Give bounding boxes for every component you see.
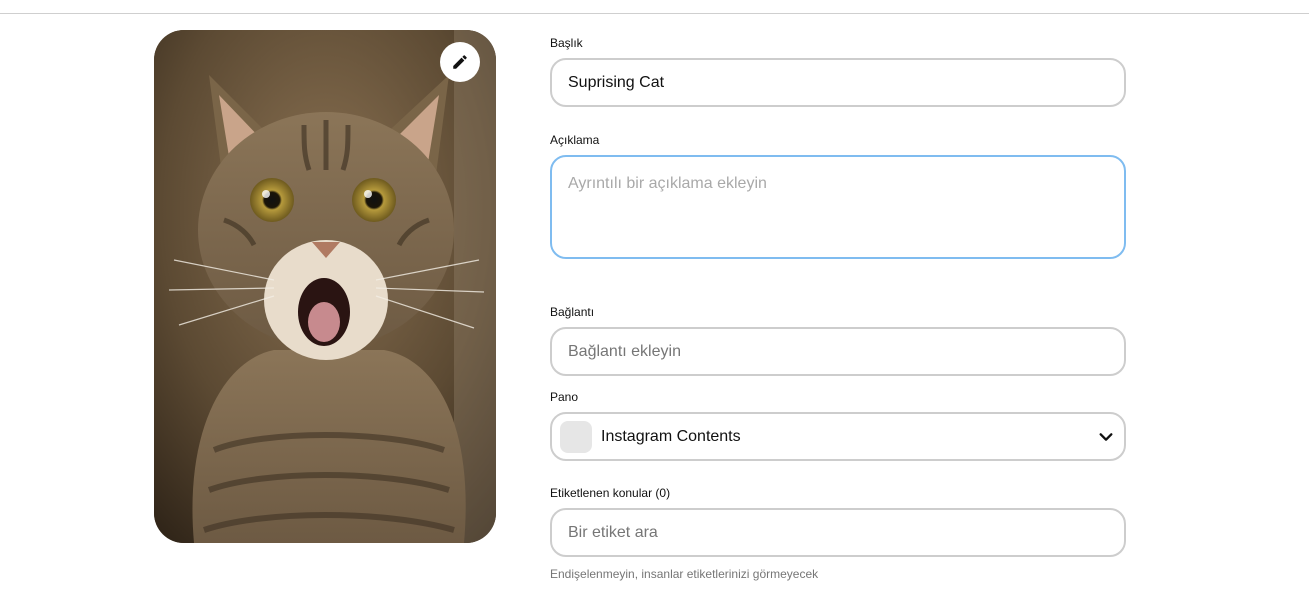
cat-photo bbox=[154, 30, 496, 543]
board-thumbnail bbox=[560, 420, 592, 453]
link-label: Bağlantı bbox=[550, 305, 595, 319]
pencil-icon bbox=[453, 55, 467, 69]
tags-label: Etiketlenen konular (0) bbox=[550, 486, 671, 500]
description-label: Açıklama bbox=[550, 133, 600, 147]
chevron-down-icon bbox=[1099, 432, 1113, 441]
top-divider bbox=[0, 13, 1309, 14]
link-input[interactable] bbox=[550, 327, 1126, 376]
board-label: Pano bbox=[550, 390, 579, 404]
tag-search-input[interactable] bbox=[550, 508, 1126, 557]
pin-image bbox=[154, 30, 496, 543]
description-textarea[interactable] bbox=[550, 155, 1126, 259]
title-input[interactable] bbox=[550, 58, 1126, 107]
tags-helper-text: Endişelenmeyin, insanlar etiketlerinizi … bbox=[550, 567, 819, 581]
edit-image-button[interactable] bbox=[440, 42, 480, 82]
title-label: Başlık bbox=[550, 36, 583, 50]
board-selected-value: Instagram Contents bbox=[601, 427, 741, 445]
board-select[interactable]: Instagram Contents bbox=[550, 412, 1126, 461]
